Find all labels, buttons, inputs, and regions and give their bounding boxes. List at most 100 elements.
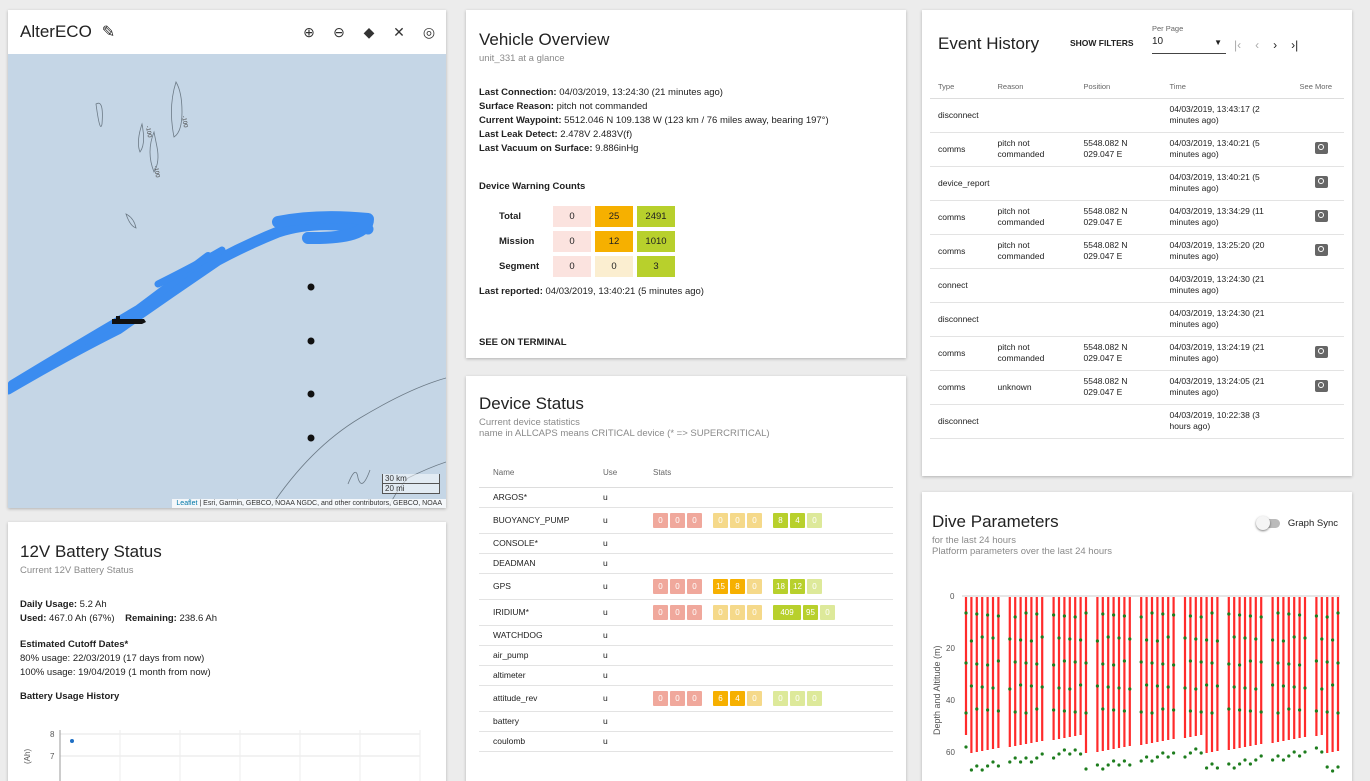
locate-icon[interactable]: ◎ bbox=[420, 24, 438, 41]
event-type: comms bbox=[930, 234, 990, 269]
event-row[interactable]: comms pitch not commanded 5548.082 N 029.04… bbox=[930, 200, 1344, 235]
waypoint-marker[interactable] bbox=[307, 434, 315, 442]
vehicle-track bbox=[8, 211, 374, 395]
data-point bbox=[1101, 767, 1105, 771]
stat-chip: 0 bbox=[713, 512, 728, 528]
device-row[interactable]: battery u bbox=[479, 711, 893, 732]
data-point bbox=[1320, 687, 1324, 691]
data-point bbox=[1227, 612, 1231, 616]
hide-track-icon[interactable]: ✕ bbox=[390, 24, 408, 41]
see-on-terminal-button[interactable]: SEE ON TERMINAL bbox=[479, 337, 567, 348]
stat-chip: 0 bbox=[687, 604, 702, 620]
stat-chip: 0 bbox=[747, 512, 762, 528]
device-row[interactable]: altimeter u bbox=[479, 665, 893, 686]
data-point bbox=[1314, 746, 1318, 750]
device-stats bbox=[639, 533, 893, 554]
event-row[interactable]: disconnect 04/03/2019, 10:22:38 (3 hours a… bbox=[930, 404, 1344, 439]
layers-icon[interactable]: ◆ bbox=[360, 24, 378, 41]
stat-chip: 0 bbox=[653, 690, 668, 706]
event-row[interactable]: comms pitch not commanded 5548.082 N 029.04… bbox=[930, 234, 1344, 269]
stat-group: 000 bbox=[653, 512, 704, 528]
see-more-icon[interactable] bbox=[1315, 379, 1329, 392]
data-point bbox=[986, 708, 990, 712]
stat-chip: 0 bbox=[747, 690, 762, 706]
see-more-icon[interactable] bbox=[1315, 345, 1329, 358]
data-point bbox=[1325, 660, 1329, 664]
data-point bbox=[1166, 635, 1170, 639]
show-filters-button[interactable]: SHOW FILTERS bbox=[1070, 38, 1134, 48]
zoom-out-icon[interactable]: ⊖ bbox=[330, 24, 348, 41]
data-point bbox=[1259, 710, 1263, 714]
device-row[interactable]: attitude_rev u 0 0 0 6 4 0 0 0 0 bbox=[479, 685, 893, 712]
stat-group: 000 bbox=[713, 512, 764, 528]
device-name: ARGOS* bbox=[479, 487, 589, 508]
last-page-icon[interactable]: ›| bbox=[1291, 38, 1298, 52]
data-point bbox=[1298, 613, 1302, 617]
see-more-icon[interactable] bbox=[1315, 141, 1329, 154]
data-point bbox=[1281, 684, 1285, 688]
column-header[interactable]: Reason bbox=[989, 76, 1076, 99]
event-row[interactable]: connect 04/03/2019, 13:24:30 (21 minutes a… bbox=[930, 268, 1344, 303]
leaflet-link[interactable]: Leaflet bbox=[176, 500, 197, 507]
event-time: 04/03/2019, 13:25:20 (20 minutes ago) bbox=[1161, 234, 1292, 269]
data-point bbox=[1013, 660, 1017, 664]
device-use: u bbox=[589, 533, 639, 554]
see-more-icon[interactable] bbox=[1315, 243, 1329, 256]
data-point bbox=[1303, 750, 1307, 754]
y-tick: 8 bbox=[50, 730, 55, 739]
data-point bbox=[1183, 755, 1187, 759]
data-point bbox=[986, 613, 990, 617]
device-row[interactable]: DEADMAN u bbox=[479, 553, 893, 574]
graph-sync-toggle[interactable]: Graph Sync bbox=[1255, 516, 1338, 530]
event-row[interactable]: comms pitch not commanded 5548.082 N 029.04… bbox=[930, 132, 1344, 167]
toggle-track[interactable] bbox=[1255, 516, 1280, 530]
event-row[interactable]: comms pitch not commanded 5548.082 N 029.04… bbox=[930, 336, 1344, 371]
edit-pencil-icon[interactable]: ✎ bbox=[102, 22, 115, 42]
dive-chart[interactable]: Depth and Altitude (m) 0 20 40 60 bbox=[932, 585, 1342, 781]
device-row[interactable]: GPS u 0 0 0 15 8 0 18 12 0 bbox=[479, 573, 893, 600]
device-row[interactable]: ARGOS* u bbox=[479, 487, 893, 508]
data-point bbox=[975, 764, 979, 768]
device-name: attitude_rev bbox=[479, 685, 589, 712]
data-point bbox=[969, 639, 973, 643]
waypoint-marker[interactable] bbox=[307, 283, 315, 291]
see-more-icon[interactable] bbox=[1315, 175, 1329, 188]
next-page-icon[interactable]: › bbox=[1273, 38, 1277, 52]
device-row[interactable]: CONSOLE* u bbox=[479, 533, 893, 554]
column-header[interactable]: Use bbox=[589, 459, 639, 488]
stat-chip: 0 bbox=[670, 604, 685, 620]
toggle-knob[interactable] bbox=[1255, 516, 1270, 530]
per-page-select[interactable]: 10 ▼ bbox=[1152, 36, 1226, 54]
prev-page-icon[interactable]: ‹ bbox=[1255, 38, 1259, 52]
data-point bbox=[1194, 637, 1198, 641]
data-point bbox=[1073, 615, 1077, 619]
event-row[interactable]: device_report 04/03/2019, 13:40:21 (5 minu… bbox=[930, 166, 1344, 201]
data-point bbox=[1215, 684, 1219, 688]
device-row[interactable]: BUOYANCY_PUMP u 0 0 0 0 0 0 8 4 0 bbox=[479, 507, 893, 534]
first-page-icon[interactable]: |‹ bbox=[1234, 38, 1241, 52]
event-row[interactable]: disconnect 04/03/2019, 13:24:30 (21 minute… bbox=[930, 302, 1344, 337]
zoom-in-icon[interactable]: ⊕ bbox=[300, 24, 318, 41]
device-row[interactable]: WATCHDOG u bbox=[479, 625, 893, 646]
event-row[interactable]: disconnect 04/03/2019, 13:43:17 (2 minutes… bbox=[930, 98, 1344, 133]
data-point bbox=[1155, 755, 1159, 759]
stat-chip: 8 bbox=[730, 578, 745, 594]
device-row[interactable]: IRIDIUM* u 0 0 0 0 0 0 409 95 0 bbox=[479, 599, 893, 626]
event-type: comms bbox=[930, 132, 990, 167]
data-point bbox=[1024, 756, 1028, 760]
warning-row: Mission 0 12 1010 bbox=[499, 231, 675, 252]
see-more-icon[interactable] bbox=[1315, 209, 1329, 222]
waypoint-marker[interactable] bbox=[307, 390, 315, 398]
data-point bbox=[1188, 751, 1192, 755]
column-header[interactable]: Name bbox=[479, 459, 589, 488]
device-row[interactable]: coulomb u bbox=[479, 731, 893, 752]
stat-chip: 4 bbox=[730, 690, 745, 706]
column-header[interactable]: Position bbox=[1075, 76, 1162, 99]
data-point bbox=[1122, 659, 1126, 663]
event-row[interactable]: comms unknown 5548.082 N 029.047 E 04/03/201… bbox=[930, 370, 1344, 405]
column-header[interactable]: Time bbox=[1161, 76, 1292, 99]
waypoint-marker[interactable] bbox=[307, 337, 315, 345]
map-view[interactable]: -100 -100 -100 30 km 20 mi Leaflet | Esr… bbox=[8, 54, 446, 508]
column-header[interactable]: Type bbox=[930, 76, 990, 99]
device-row[interactable]: air_pump u bbox=[479, 645, 893, 666]
